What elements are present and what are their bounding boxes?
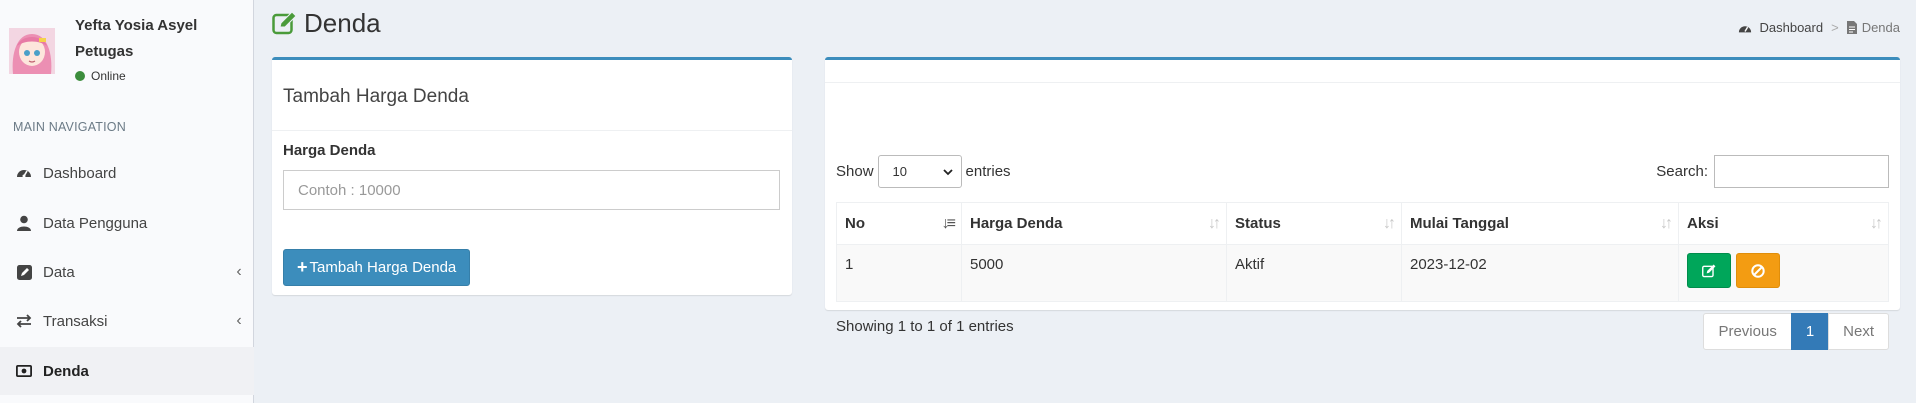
chevron-down-icon — [942, 164, 953, 179]
page-title: Denda — [272, 8, 381, 39]
cell-status: Aktif — [1226, 244, 1402, 302]
sort-asc-icon: ↓≡ — [941, 215, 956, 232]
column-label: Status — [1235, 215, 1281, 232]
edit-icon — [15, 263, 33, 281]
box-divider — [272, 130, 792, 131]
user-name: Yefta Yosia Asyel Petugas — [75, 13, 245, 65]
column-label: Mulai Tanggal — [1410, 215, 1509, 232]
file-icon — [1846, 21, 1857, 34]
pagination-next[interactable]: Next — [1828, 313, 1889, 350]
deactivate-button[interactable] — [1736, 253, 1781, 288]
search-input[interactable] — [1714, 155, 1889, 188]
user-status: Online — [75, 69, 126, 83]
fine-table-box: Show 10 entries Search: No ↓≡ Harga Denda… — [825, 57, 1900, 350]
entries-select[interactable]: 10 — [877, 155, 962, 188]
table-info: Showing 1 to 1 of 1 entries — [836, 318, 1014, 335]
column-header-harga-denda[interactable]: Harga Denda ↓↑ — [961, 202, 1227, 245]
sidebar-item-label: Data — [43, 263, 75, 281]
sidebar: Yefta Yosia Asyel Petugas Online MAIN NA… — [0, 0, 254, 403]
sidebar-item-data-pengguna[interactable]: Data Pengguna — [0, 199, 254, 247]
pagination-page-1[interactable]: 1 — [1790, 313, 1830, 350]
column-label: Aksi — [1687, 215, 1719, 232]
box-divider — [825, 82, 1900, 83]
edit-button[interactable] — [1687, 253, 1731, 288]
chevron-left-icon: ‹ — [236, 312, 242, 329]
breadcrumb-current: Denda — [1861, 20, 1900, 35]
edit-icon — [272, 10, 298, 37]
sidebar-item-data[interactable]: Data ‹ — [0, 248, 254, 296]
pagination-previous[interactable]: Previous — [1703, 313, 1792, 350]
sidebar-item-label: Dashboard — [43, 164, 117, 182]
fine-table: No ↓≡ Harga Denda ↓↑ Status ↓↑ Mulai Tangga… — [836, 202, 1889, 302]
table-search: Search: — [1656, 155, 1889, 188]
user-role: Petugas — [75, 43, 134, 60]
add-fine-button[interactable]: + Tambah Harga Denda — [283, 249, 471, 286]
avatar — [9, 28, 55, 74]
user-full-name: Yefta Yosia Asyel — [75, 17, 198, 34]
cell-aksi — [1678, 244, 1889, 302]
sidebar-item-label: Data Pengguna — [43, 214, 148, 232]
page-title-text: Denda — [304, 8, 381, 38]
breadcrumb-separator: > — [1831, 20, 1839, 35]
dashboard-icon — [1738, 22, 1752, 34]
sort-icon: ↓↑ — [1208, 215, 1221, 232]
exchange-icon — [15, 312, 33, 330]
user-panel: Yefta Yosia Asyel Petugas Online — [0, 0, 254, 100]
sort-icon: ↓↑ — [1870, 215, 1883, 232]
breadcrumb-home-link[interactable]: Dashboard — [1759, 20, 1823, 35]
table-header-row: No ↓≡ Harga Denda ↓↑ Status ↓↑ Mulai Tangga… — [836, 202, 1889, 245]
user-icon — [15, 214, 33, 232]
length-suffix: entries — [965, 163, 1011, 180]
ban-icon — [1751, 263, 1765, 278]
money-icon — [15, 362, 33, 380]
chevron-left-icon: ‹ — [236, 263, 242, 280]
add-fine-box: Tambah Harga Denda Harga Denda +Tambah H… — [272, 57, 792, 295]
cell-harga-denda: 5000 — [961, 244, 1227, 302]
column-header-mulai-tanggal[interactable]: Mulai Tanggal ↓↑ — [1401, 202, 1679, 245]
dashboard-icon — [15, 164, 33, 182]
column-label: No — [845, 215, 865, 232]
breadcrumb: Dashboard > Denda — [1738, 20, 1900, 35]
sidebar-item-dashboard[interactable]: Dashboard — [0, 149, 254, 197]
sidebar-item-denda[interactable]: Denda — [0, 347, 254, 395]
sort-icon: ↓↑ — [1383, 215, 1396, 232]
cell-mulai-tanggal: 2023-12-02 — [1401, 244, 1679, 302]
entries-select-value: 10 — [892, 164, 907, 179]
sidebar-item-label: Denda — [43, 362, 89, 380]
user-status-text: Online — [91, 69, 126, 83]
column-header-aksi[interactable]: Aksi ↓↑ — [1678, 202, 1889, 245]
entries-length-control: Show 10 entries — [836, 155, 1011, 188]
edit-icon — [1702, 264, 1716, 277]
length-prefix: Show — [836, 163, 874, 180]
add-fine-title: Tambah Harga Denda — [283, 86, 469, 107]
table-row: 1 5000 Aktif 2023-12-02 — [836, 244, 1889, 302]
sidebar-item-label: Transaksi — [43, 312, 108, 330]
add-fine-button-label: Tambah Harga Denda — [309, 259, 457, 276]
plus-icon: + — [297, 257, 308, 277]
sidebar-item-transaksi[interactable]: Transaksi ‹ — [0, 297, 254, 345]
column-label: Harga Denda — [970, 215, 1063, 232]
column-header-no[interactable]: No ↓≡ — [836, 202, 962, 245]
pagination: Previous 1 Next — [1703, 313, 1889, 350]
harga-denda-label: Harga Denda — [283, 142, 376, 159]
sort-icon: ↓↑ — [1660, 215, 1673, 232]
harga-denda-input[interactable] — [283, 170, 780, 210]
nav-header: MAIN NAVIGATION — [13, 120, 126, 134]
search-label: Search: — [1656, 163, 1708, 180]
online-status-icon — [75, 71, 85, 81]
column-header-status[interactable]: Status ↓↑ — [1226, 202, 1402, 245]
cell-no: 1 — [836, 244, 962, 302]
